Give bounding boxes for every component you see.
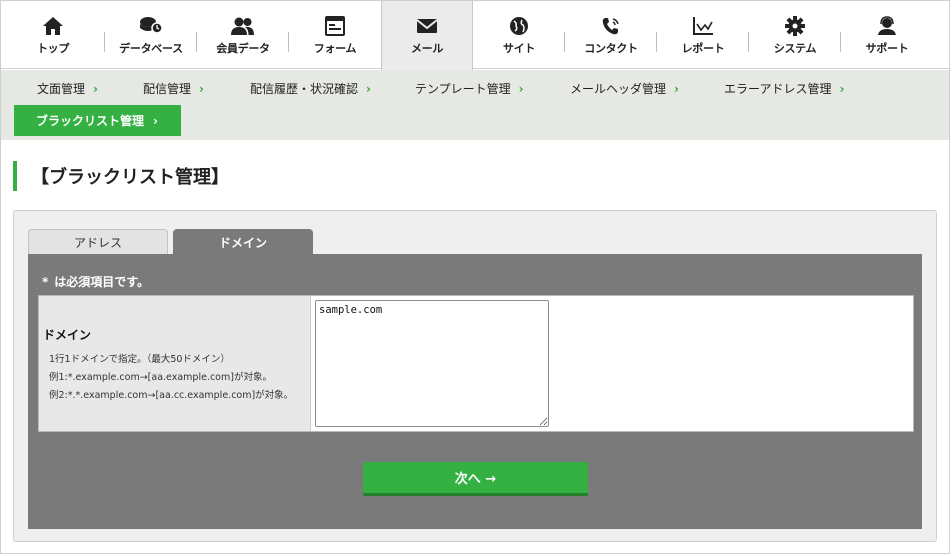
nav-item-label: メール <box>410 42 444 55</box>
chevron-right-icon: › <box>518 81 524 96</box>
sub-nav-item-mail-header[interactable]: メールヘッダ管理 › <box>570 80 679 97</box>
nav-item-label: サイト <box>502 41 536 55</box>
page-title: 【ブラックリスト管理】 <box>13 161 229 191</box>
sub-nav-item-label: 文面管理 <box>37 82 86 96</box>
chevron-right-icon: › <box>153 113 158 128</box>
nav-item-label: トップ <box>36 41 70 55</box>
nav-item-label: サポート <box>865 41 909 55</box>
nav-item-label: データベース <box>119 41 183 55</box>
chevron-right-icon: › <box>366 81 371 96</box>
sub-nav-item-label: メールヘッダ管理 <box>570 82 667 96</box>
users-icon <box>231 15 255 37</box>
domain-field-label: ドメイン <box>43 328 92 342</box>
tab-address[interactable]: アドレス <box>28 229 168 255</box>
nav-item-top[interactable]: トップ <box>1 1 105 69</box>
nav-item-label: コンタクト <box>584 41 638 55</box>
domain-field-label-cell: ドメイン 1行1ドメインで指定。（最大50ドメイン） 例1:*.example.… <box>39 296 311 431</box>
tab-domain[interactable]: ドメイン <box>173 229 313 255</box>
domain-field-input-cell: sample.com <box>311 296 913 431</box>
app-frame: トップ データベース 会員データ フォーム メール サイト コンタクト レポート… <box>0 0 950 554</box>
nav-item-report[interactable]: レポート <box>657 1 749 69</box>
nav-item-label: フォーム <box>313 41 357 55</box>
chevron-right-icon: › <box>93 81 98 96</box>
nav-item-site[interactable]: サイト <box>473 1 565 69</box>
chart-icon <box>691 15 715 37</box>
form-icon <box>323 15 347 37</box>
domain-field-hint: 1行1ドメインで指定。（最大50ドメイン） <box>49 354 230 365</box>
sub-nav-item-templates[interactable]: 文面管理 › <box>37 80 98 97</box>
nav-item-contact[interactable]: コンタクト <box>565 1 657 69</box>
nav-item-system[interactable]: システム <box>749 1 841 69</box>
nav-item-database[interactable]: データベース <box>105 1 197 69</box>
sub-nav-item-label: ブラックリスト管理 <box>36 114 145 128</box>
nav-item-label: システム <box>773 41 817 55</box>
gear-icon <box>783 15 807 37</box>
globe-icon <box>507 15 531 37</box>
content-panel: アドレス ドメイン * は必須項目です。 ドメイン 1行1ドメインで指定。（最大5… <box>13 210 937 542</box>
sub-nav-item-error-address[interactable]: エラーアドレス管理 › <box>724 80 844 97</box>
sub-nav-item-label: エラーアドレス管理 <box>724 82 832 96</box>
sub-nav-item-blacklist[interactable]: ブラックリスト管理 › <box>14 105 181 136</box>
sub-nav-item-label: 配信管理 <box>143 82 192 96</box>
required-star: * <box>42 275 49 289</box>
domain-field-example-1: 例1:*.example.com→[aa.example.com]が対象。 <box>49 372 272 383</box>
next-button[interactable]: 次へ → <box>363 462 588 496</box>
domain-field-row: ドメイン 1行1ドメインで指定。（最大50ドメイン） 例1:*.example.… <box>38 295 914 432</box>
sub-nav-row: 文面管理 › 配信管理 › 配信履歴・状況確認 › テンプレート管理 › メール… <box>1 70 949 106</box>
nav-item-mail[interactable]: メール <box>381 1 473 70</box>
required-note: * は必須項目です。 <box>42 273 149 290</box>
domain-field-example-2: 例2:*.*.example.com→[aa.cc.example.com]が対… <box>49 390 294 401</box>
nav-item-support[interactable]: サポート <box>841 1 933 69</box>
form-area: * は必須項目です。 ドメイン 1行1ドメインで指定。（最大50ドメイン） 例1:… <box>28 254 922 529</box>
chevron-right-icon: › <box>199 81 204 96</box>
domain-textarea[interactable]: sample.com <box>315 300 549 427</box>
sub-nav-item-label: テンプレート管理 <box>415 82 511 96</box>
support-icon <box>875 15 899 37</box>
home-icon <box>41 15 65 37</box>
nav-item-form[interactable]: フォーム <box>289 1 381 69</box>
nav-item-label: 会員データ <box>216 41 270 55</box>
sub-nav-item-history[interactable]: 配信履歴・状況確認 › <box>250 80 371 97</box>
chevron-right-icon: › <box>674 81 679 96</box>
sub-nav-item-delivery[interactable]: 配信管理 › <box>143 80 204 97</box>
chevron-right-icon: › <box>839 81 845 96</box>
sub-nav: 文面管理 › 配信管理 › 配信履歴・状況確認 › テンプレート管理 › メール… <box>1 70 949 140</box>
main-nav: トップ データベース 会員データ フォーム メール サイト コンタクト レポート… <box>1 1 949 70</box>
mail-icon <box>415 15 439 37</box>
sub-nav-item-label: 配信履歴・状況確認 <box>250 82 359 96</box>
sub-nav-item-template-mgmt[interactable]: テンプレート管理 › <box>415 80 524 97</box>
nav-item-members[interactable]: 会員データ <box>197 1 289 69</box>
nav-item-label: レポート <box>681 41 725 55</box>
phone-icon <box>599 15 623 37</box>
required-note-text: は必須項目です。 <box>54 275 150 289</box>
database-icon <box>139 15 163 37</box>
